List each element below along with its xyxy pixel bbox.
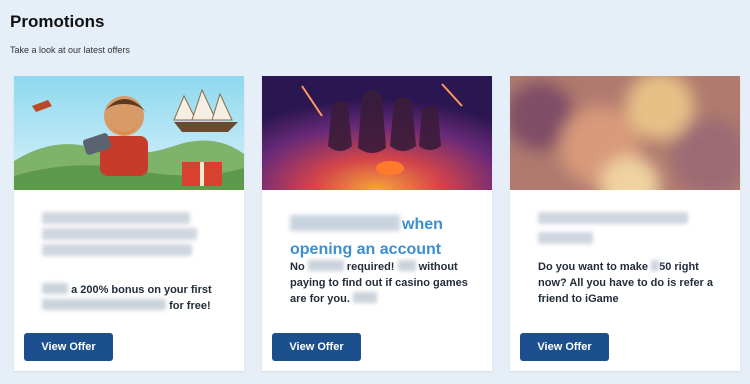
obscured-text: [352, 292, 377, 303]
page-subtitle: Take a look at our latest offers: [10, 45, 130, 55]
promo-description: a 200% bonus on your first for free!: [42, 282, 227, 314]
view-offer-button[interactable]: View Offer: [520, 333, 609, 361]
promo-heading: when opening an account: [290, 212, 480, 262]
desc-text: for free!: [169, 300, 211, 312]
desc-text: required!: [346, 261, 395, 273]
promo-card: when opening an account No required! wit…: [262, 76, 492, 371]
desc-text: Do you want to make: [538, 261, 649, 273]
heading-text: when: [402, 216, 443, 233]
promo-image: [510, 76, 740, 190]
promo-image: [262, 76, 492, 190]
page-title: Promotions: [10, 12, 105, 31]
obscured-heading-line: [42, 244, 192, 256]
view-offer-button[interactable]: View Offer: [24, 333, 113, 361]
heading-text: opening an account: [290, 241, 442, 258]
promo-description: No required! without paying to find out …: [290, 259, 475, 307]
desc-text: No: [290, 261, 305, 273]
promo-image: [14, 76, 244, 190]
obscured-text: [42, 299, 166, 310]
promo-description: Do you want to make 50 right now? All yo…: [538, 259, 723, 307]
obscured-heading-line: [538, 232, 593, 244]
obscured-text: [651, 260, 660, 271]
desc-text: a 200% bonus on your first: [71, 284, 212, 296]
page-header: Promotions: [10, 12, 104, 32]
obscured-text: [397, 260, 416, 271]
obscured-text: [307, 260, 344, 271]
obscured-heading-line: [42, 212, 190, 224]
promo-card: Do you want to make 50 right now? All yo…: [510, 76, 740, 371]
obscured-heading-line: [538, 212, 688, 224]
view-offer-button[interactable]: View Offer: [272, 333, 361, 361]
obscured-text: [42, 283, 68, 294]
promo-card: a 200% bonus on your first for free! Vie…: [14, 76, 244, 371]
obscured-heading-line: [42, 228, 197, 240]
obscured-text: [290, 215, 400, 231]
